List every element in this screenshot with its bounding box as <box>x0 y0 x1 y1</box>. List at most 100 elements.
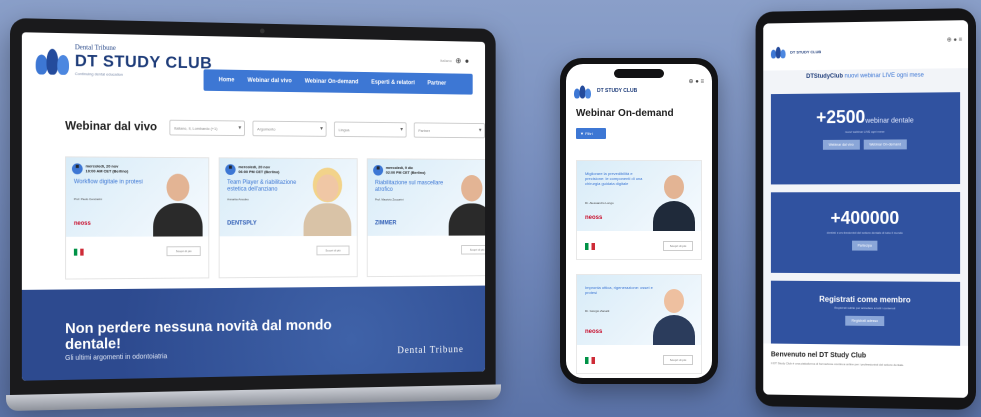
filter-icon: ▼ <box>580 131 584 136</box>
tablet-screen: DT STUDY CLUB ⊕ ● ≡ DTStudyClub nuovi we… <box>763 20 969 398</box>
laptop-camera <box>259 28 265 34</box>
page-title: Webinar dal vivo <box>65 118 158 134</box>
learn-more-button[interactable]: Scopri di più <box>461 244 486 255</box>
welcome-text: Il DT Study Club è una piattaforma di fo… <box>770 361 905 367</box>
tagline: DTStudyClub nuovi webinar LIVE ogni mese <box>806 72 924 80</box>
webinar-author: Prof. Maurizio Zuccarini <box>374 197 404 202</box>
webinar-card[interactable]: ▦ mercoledì, 20 nov 06:00 PM CET (Berlino… <box>218 157 358 279</box>
laptop-base <box>6 384 501 412</box>
user-icon[interactable]: ● <box>695 79 699 85</box>
webinar-date: ▦ mercoledì, 20 nov 10:00 AM CET (Berlino… <box>71 163 128 175</box>
nav-item-live-webinars[interactable]: Webinar dal vivo <box>247 78 291 85</box>
webinar-card[interactable]: Migliorare la prevedibilità e precisione… <box>576 160 702 260</box>
webinar-date: ▦ mercoledì, 20 nov 06:00 PM CET (Berlino… <box>225 164 279 175</box>
people-logo-icon <box>35 44 70 75</box>
webinar-card[interactable]: Impronta ottica, rigenerazione: ossei e … <box>576 274 702 374</box>
speaker-photo <box>153 173 203 237</box>
main-nav: Home Webinar dal vivo Webinar On-demand … <box>203 69 473 95</box>
nav-item-home[interactable]: Home <box>219 77 235 83</box>
site-header: DT STUDY CLUB ⊕ ● ≡ <box>763 20 969 71</box>
sponsor-logo: neoss <box>585 215 603 221</box>
site-header: Dental Tribune DT STUDY CLUB Continuing … <box>22 32 485 100</box>
tablet: DT STUDY CLUB ⊕ ● ≡ DTStudyClub nuovi we… <box>755 8 976 410</box>
learn-more-button[interactable]: Scopri di più <box>316 245 350 256</box>
laptop: Dental Tribune DT STUDY CLUB Continuing … <box>6 18 501 412</box>
live-webinars-button[interactable]: Webinar dal vivo <box>822 139 860 150</box>
filter-topic[interactable]: Argomento <box>252 120 327 137</box>
webinar-author: Dr. Giorgio Zanatti <box>585 309 610 313</box>
calendar-icon: ▦ <box>225 164 236 175</box>
site-logo[interactable]: DT STUDY CLUB <box>770 36 821 66</box>
nav-item-experts[interactable]: Esperti & relatori <box>371 80 415 86</box>
filter-partner[interactable]: Partner <box>413 122 486 139</box>
calendar-icon: ▦ <box>71 163 83 175</box>
learn-more-button[interactable]: Scopri di più <box>663 355 693 365</box>
filter-language[interactable]: Lingua <box>333 121 407 138</box>
webinar-author: Prof. Paolo Cenciarini <box>73 197 103 202</box>
globe-icon[interactable]: ⊕ <box>455 56 461 65</box>
webinar-count: +2500 <box>816 106 866 128</box>
webinar-card[interactable]: ▦ mercoledì, 20 nov 10:00 AM CET (Berlino… <box>65 156 210 280</box>
webinar-title: Team Player & riabilitazione estetica de… <box>227 179 297 193</box>
menu-icon[interactable]: ≡ <box>959 37 962 43</box>
filter-bar: Italiano, Il, Lombardo (+1) Argomento Li… <box>169 119 486 139</box>
speaker-photo <box>448 174 486 236</box>
webinar-card[interactable]: ▦ mercoledì, 9 dic 02:00 PM CET (Berlino)… <box>366 158 486 278</box>
sponsor-logo: ZIMMER <box>374 220 397 227</box>
globe-icon[interactable]: ⊕ <box>947 37 952 43</box>
register-box: Registrati come membro Registrati subito… <box>770 280 961 350</box>
laptop-screen: Dental Tribune DT STUDY CLUB Continuing … <box>21 32 486 381</box>
register-button[interactable]: Registrati adesso <box>845 315 884 327</box>
speaker-photo <box>653 289 695 345</box>
site-logo[interactable]: Dental Tribune DT STUDY CLUB Continuing … <box>35 43 213 79</box>
calendar-icon: ▦ <box>373 165 384 176</box>
language-label[interactable]: Italiano <box>440 58 452 63</box>
welcome-section: Benvenuto nel DT Study Club Il DT Study … <box>763 343 969 398</box>
learn-more-button[interactable]: Scopri di più <box>166 246 201 257</box>
ondemand-webinars-button[interactable]: Webinar On-demand <box>863 139 907 150</box>
stat-box-members: +400000 dentisti e professionisti del se… <box>770 192 961 274</box>
webinar-author: Dr. Alessandro Longo <box>585 201 614 205</box>
webinar-author: Annarita Amodeo <box>227 197 249 202</box>
webinar-title: Migliorare la prevedibilità e precisione… <box>585 171 643 186</box>
header-icons: Italiano ⊕ ● <box>440 56 469 65</box>
phone-notch <box>614 69 664 78</box>
newsletter-banner: Non perdere nessuna novità dal mondo den… <box>21 285 486 381</box>
nav-item-partners[interactable]: Partner <box>427 81 446 87</box>
speaker-photo <box>303 174 352 237</box>
menu-icon[interactable]: ≡ <box>700 79 704 85</box>
page-title: Webinar On-demand <box>576 108 674 119</box>
register-title: Registrati come membro <box>819 294 911 305</box>
webinar-title: Impronta ottica, rigenerazione: ossei e … <box>585 285 653 295</box>
site-logo[interactable]: DT STUDY CLUB <box>574 76 637 106</box>
webinar-date: ▦ mercoledì, 9 dic 02:00 PM CET (Berlino) <box>373 165 425 176</box>
phone-screen: DT STUDY CLUB ⊕ ● ≡ Webinar On-demand ▼ … <box>566 64 712 378</box>
sponsor-logo: neoss <box>585 329 603 335</box>
nav-item-ondemand-webinars[interactable]: Webinar On-demand <box>305 79 359 86</box>
learn-more-button[interactable]: Scopri di più <box>663 241 693 251</box>
people-logo-icon <box>574 84 591 99</box>
member-count: +400000 <box>830 208 900 228</box>
dental-tribune-logo: Dental Tribune <box>397 344 464 357</box>
stat-box-webinars: +2500webinar dentale nuovi webinar LIVE … <box>770 92 961 185</box>
filter-location[interactable]: Italiano, Il, Lombardo (+1) <box>169 119 245 137</box>
people-logo-icon <box>770 45 786 59</box>
italy-flag-icon <box>585 243 595 250</box>
sponsor-logo: neoss <box>73 220 91 227</box>
logo-big-text: DT STUDY CLUB <box>74 51 213 73</box>
join-button[interactable]: Partecipa <box>851 240 878 251</box>
user-icon[interactable]: ● <box>953 37 957 43</box>
filter-button[interactable]: ▼ Filtri <box>576 128 606 139</box>
italy-flag-icon <box>73 248 84 256</box>
webinar-title: Riabilitazione sul mascellare atrofico <box>374 180 444 193</box>
globe-icon[interactable]: ⊕ <box>688 79 693 85</box>
user-icon[interactable]: ● <box>465 57 469 66</box>
device-mockup-scene: Dental Tribune DT STUDY CLUB Continuing … <box>0 0 981 417</box>
header-icons: ⊕ ● ≡ <box>688 78 704 85</box>
welcome-title: Benvenuto nel DT Study Club <box>770 351 867 360</box>
webinar-cards: ▦ mercoledì, 20 nov 10:00 AM CET (Berlino… <box>65 156 486 280</box>
banner-subtitle: Gli ultimi argomenti in odontoiatria <box>65 353 168 363</box>
header-icons: ⊕ ● ≡ <box>947 36 962 43</box>
speaker-photo <box>653 175 695 231</box>
phone: DT STUDY CLUB ⊕ ● ≡ Webinar On-demand ▼ … <box>560 58 718 384</box>
